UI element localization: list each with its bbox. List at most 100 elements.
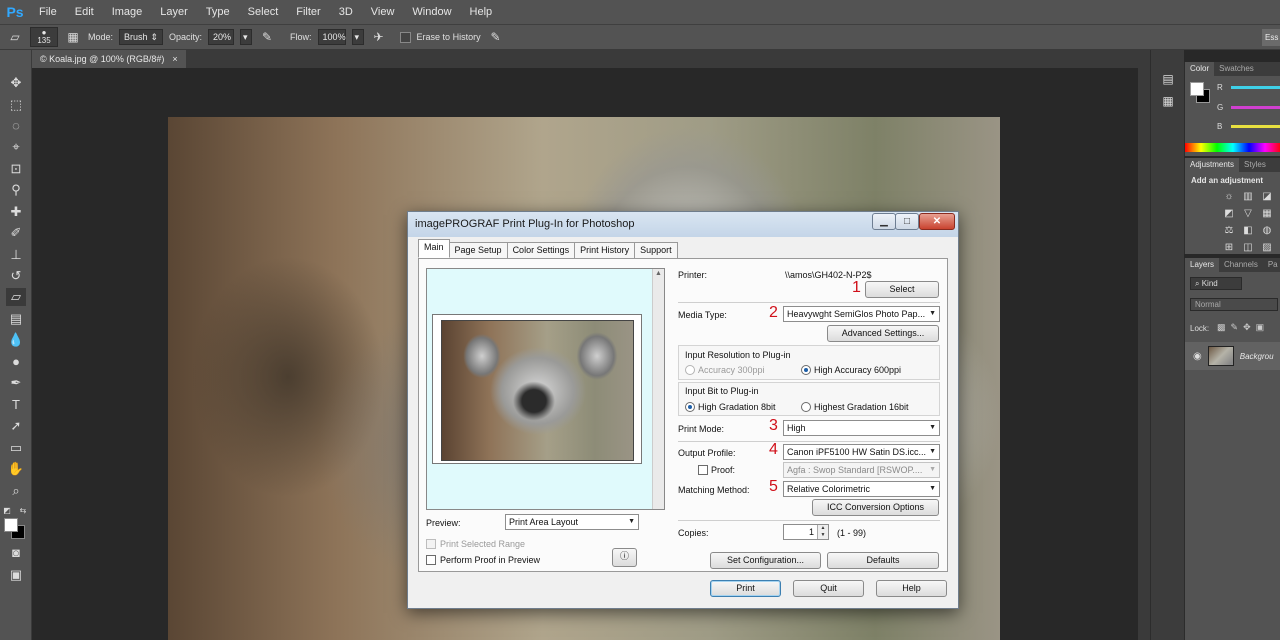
perform-proof-checkbox[interactable] <box>426 555 436 565</box>
eye-icon[interactable]: ◉ <box>1193 351 1202 362</box>
hue-saturation-icon[interactable]: ▦ <box>1261 208 1273 220</box>
tab-print-history[interactable]: Print History <box>574 242 636 258</box>
copies-stepper[interactable]: ▲ ▼ <box>817 525 828 539</box>
hand-tool-icon[interactable]: ✋ <box>6 460 26 478</box>
brightness-icon[interactable]: ☼ <box>1223 191 1235 203</box>
screen-mode-icon[interactable]: ▣ <box>6 566 26 584</box>
eraser-tool-icon[interactable]: ▱ <box>6 29 24 45</box>
layer-row-background[interactable]: ◉ Backgrou <box>1185 342 1280 370</box>
blur-tool-icon[interactable]: 💧 <box>6 331 26 349</box>
invert-icon[interactable]: ◫ <box>1242 242 1254 254</box>
tab-layers[interactable]: Layers <box>1185 258 1220 272</box>
lock-transparent-icon[interactable]: ▩ <box>1217 322 1231 332</box>
black-white-icon[interactable]: ◧ <box>1242 225 1254 237</box>
zoom-tool-icon[interactable]: ⌕ <box>6 482 26 500</box>
properties-panel-icon[interactable]: ▦ <box>1160 94 1176 110</box>
type-tool-icon[interactable]: T <box>6 396 26 414</box>
minimize-button[interactable]: ▁ <box>872 213 896 230</box>
pressure-size-icon[interactable]: ✎ <box>487 29 505 45</box>
gradation-16bit-radio[interactable] <box>801 402 811 412</box>
mode-select[interactable]: Brush ⇕ <box>119 29 164 45</box>
pen-tool-icon[interactable]: ✒ <box>6 374 26 392</box>
menu-layer[interactable]: Layer <box>151 0 197 24</box>
channel-mixer-icon[interactable]: ⊞ <box>1223 242 1235 254</box>
swap-colors-icon[interactable]: ⇆ <box>18 502 28 520</box>
document-tab[interactable]: © Koala.jpg @ 100% (RGB/8#) × <box>32 50 186 68</box>
select-printer-button[interactable]: Select <box>865 281 939 298</box>
menu-select[interactable]: Select <box>239 0 288 24</box>
menu-file[interactable]: File <box>30 0 66 24</box>
set-configuration-button[interactable]: Set Configuration... <box>710 552 821 569</box>
history-brush-tool-icon[interactable]: ↺ <box>6 267 26 285</box>
scroll-up-icon[interactable]: ▲ <box>655 270 662 277</box>
slider-r-track[interactable] <box>1231 86 1280 89</box>
dialog-titlebar[interactable]: imagePROGRAF Print Plug-In for Photoshop… <box>408 212 958 237</box>
accuracy-300-radio[interactable] <box>685 365 695 375</box>
flow-dropdown[interactable]: ▾ <box>351 29 364 45</box>
photo-filter-icon[interactable]: ◍ <box>1261 225 1273 237</box>
eyedropper-tool-icon[interactable]: ⚲ <box>6 181 26 199</box>
accuracy-600-radio[interactable] <box>801 365 811 375</box>
blend-mode-select[interactable]: Normal <box>1190 298 1278 311</box>
copies-input[interactable]: 1 ▲ ▼ <box>783 524 829 540</box>
brush-tool-icon[interactable]: ✐ <box>6 224 26 242</box>
crop-tool-icon[interactable]: ⊡ <box>6 160 26 178</box>
erase-history-checkbox[interactable] <box>399 31 411 43</box>
menu-help[interactable]: Help <box>461 0 502 24</box>
preview-info-button[interactable]: ⓘ <box>612 548 637 567</box>
exposure-icon[interactable]: ◩ <box>1223 208 1235 220</box>
tab-page-setup[interactable]: Page Setup <box>448 242 508 258</box>
brush-size-picker[interactable]: ● 135 <box>30 27 58 47</box>
dodge-tool-icon[interactable]: ● <box>6 353 26 371</box>
lock-brush-icon[interactable]: ✎ <box>1231 322 1244 332</box>
maximize-button[interactable]: □ <box>895 213 919 230</box>
opacity-dropdown[interactable]: ▾ <box>240 29 253 45</box>
layer-kind-filter[interactable]: ⌕ Kind <box>1190 277 1242 290</box>
menu-window[interactable]: Window <box>403 0 460 24</box>
preview-select[interactable]: Print Area Layout ▼ <box>505 514 639 530</box>
tab-paths[interactable]: Pa <box>1263 258 1280 272</box>
pressure-opacity-icon[interactable]: ✎ <box>258 29 276 45</box>
healing-brush-tool-icon[interactable]: ✚ <box>6 203 26 221</box>
gradation-8bit-radio[interactable] <box>685 402 695 412</box>
color-spectrum-bar[interactable] <box>1185 143 1280 152</box>
airbrush-icon[interactable]: ✈ <box>370 29 388 45</box>
tab-adjustments[interactable]: Adjustments <box>1185 158 1240 172</box>
menu-view[interactable]: View <box>362 0 404 24</box>
gradient-tool-icon[interactable]: ▤ <box>6 310 26 328</box>
menu-edit[interactable]: Edit <box>66 0 103 24</box>
quick-mask-icon[interactable]: ◙ <box>6 544 26 562</box>
print-mode-select[interactable]: High ▼ <box>783 420 940 436</box>
tab-color[interactable]: Color <box>1185 62 1215 76</box>
lock-move-icon[interactable]: ✥ <box>1243 322 1256 332</box>
tab-swatches[interactable]: Swatches <box>1214 62 1259 76</box>
canvas-scrollbar[interactable] <box>1138 68 1150 640</box>
menu-3d[interactable]: 3D <box>330 0 362 24</box>
clone-stamp-tool-icon[interactable]: ⊥ <box>6 246 26 264</box>
menu-image[interactable]: Image <box>103 0 152 24</box>
help-button[interactable]: Help <box>876 580 947 597</box>
quit-button[interactable]: Quit <box>793 580 864 597</box>
levels-icon[interactable]: ▥ <box>1242 191 1254 203</box>
menu-filter[interactable]: Filter <box>287 0 329 24</box>
workspace-button[interactable]: Ess <box>1262 29 1280 46</box>
opacity-input[interactable]: 20% <box>208 29 235 45</box>
brush-panel-icon[interactable]: ▦ <box>64 29 82 45</box>
lock-all-icon[interactable]: ▣ <box>1256 322 1270 332</box>
tab-main[interactable]: Main <box>418 239 450 258</box>
posterize-icon[interactable]: ▨ <box>1261 242 1273 254</box>
close-button[interactable]: ✕ <box>919 213 955 230</box>
lasso-tool-icon[interactable]: ◌ <box>6 117 26 135</box>
defaults-button[interactable]: Defaults <box>827 552 939 569</box>
history-panel-icon[interactable]: ▤ <box>1160 72 1176 88</box>
menu-type[interactable]: Type <box>197 0 239 24</box>
move-tool-icon[interactable]: ✥ <box>6 74 26 92</box>
color-fg-swatch[interactable] <box>1190 82 1204 96</box>
slider-b-track[interactable] <box>1231 125 1280 128</box>
proof-checkbox[interactable] <box>698 465 708 475</box>
quick-select-tool-icon[interactable]: ⌖ <box>6 138 26 156</box>
tab-color-settings[interactable]: Color Settings <box>506 242 576 258</box>
tab-channels[interactable]: Channels <box>1219 258 1263 272</box>
eraser-tool-icon[interactable]: ▱ <box>6 288 26 306</box>
path-select-tool-icon[interactable]: ➚ <box>6 417 26 435</box>
